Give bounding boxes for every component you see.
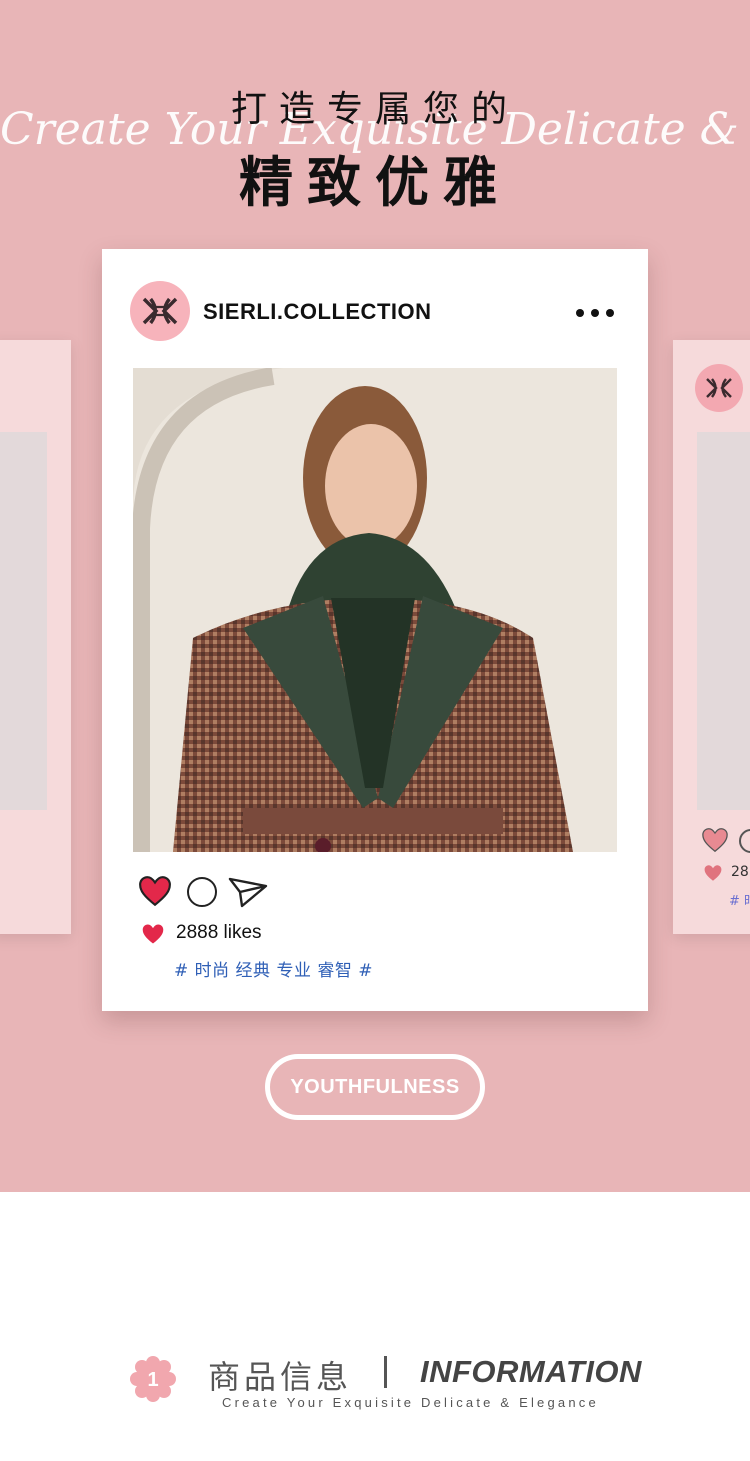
post-photo[interactable]: [133, 368, 617, 852]
comment-icon[interactable]: [739, 829, 750, 853]
side-card-left[interactable]: [0, 340, 71, 934]
hero-title-line1: 打造专属您的: [230, 89, 519, 130]
post-card: SIERLI.COLLECTION 2888 likes # 时尚 经典 专业 …: [102, 249, 648, 1011]
section-divider: [384, 1356, 387, 1388]
youthfulness-badge[interactable]: YOUTHFULNESS: [265, 1054, 485, 1120]
hero-section: Create Your Exquisite Delicate & Eleganc…: [0, 0, 750, 1192]
likes-heart-icon: [142, 924, 164, 944]
section-number: 1: [147, 1369, 158, 1391]
likes-count: 28: [731, 864, 749, 880]
hashtag-text[interactable]: # 时尚 经典 专业 睿智 #: [174, 956, 373, 981]
hero-title-line2: 精致优雅: [239, 151, 511, 214]
tag-text[interactable]: # 时: [729, 890, 750, 909]
comment-icon[interactable]: [187, 877, 217, 907]
avatar[interactable]: [130, 281, 190, 341]
heart-icon[interactable]: [138, 875, 172, 907]
send-icon[interactable]: [228, 876, 268, 908]
side-card-right[interactable]: 28 # 时: [673, 340, 750, 934]
flower-number-icon: 1: [130, 1356, 176, 1402]
brand-monogram-icon: [142, 297, 178, 325]
badge-label: YOUTHFULNESS: [290, 1075, 460, 1098]
heart-icon[interactable]: [701, 827, 729, 853]
side-card-left-image: [0, 432, 47, 810]
likes-count[interactable]: 2888 likes: [176, 922, 262, 944]
likes-heart-icon: [704, 865, 722, 881]
side-card-right-image: [697, 432, 750, 810]
section-title-cn: 商品信息: [208, 1358, 353, 1396]
section-subtitle: Create Your Exquisite Delicate & Eleganc…: [222, 1395, 599, 1410]
more-dots-icon[interactable]: [576, 307, 614, 319]
account-name[interactable]: SIERLI.COLLECTION: [203, 299, 432, 325]
section-title-en: INFORMATION: [420, 1354, 642, 1389]
brand-monogram-icon: [695, 364, 743, 412]
badge-inner: YOUTHFULNESS: [270, 1059, 480, 1115]
